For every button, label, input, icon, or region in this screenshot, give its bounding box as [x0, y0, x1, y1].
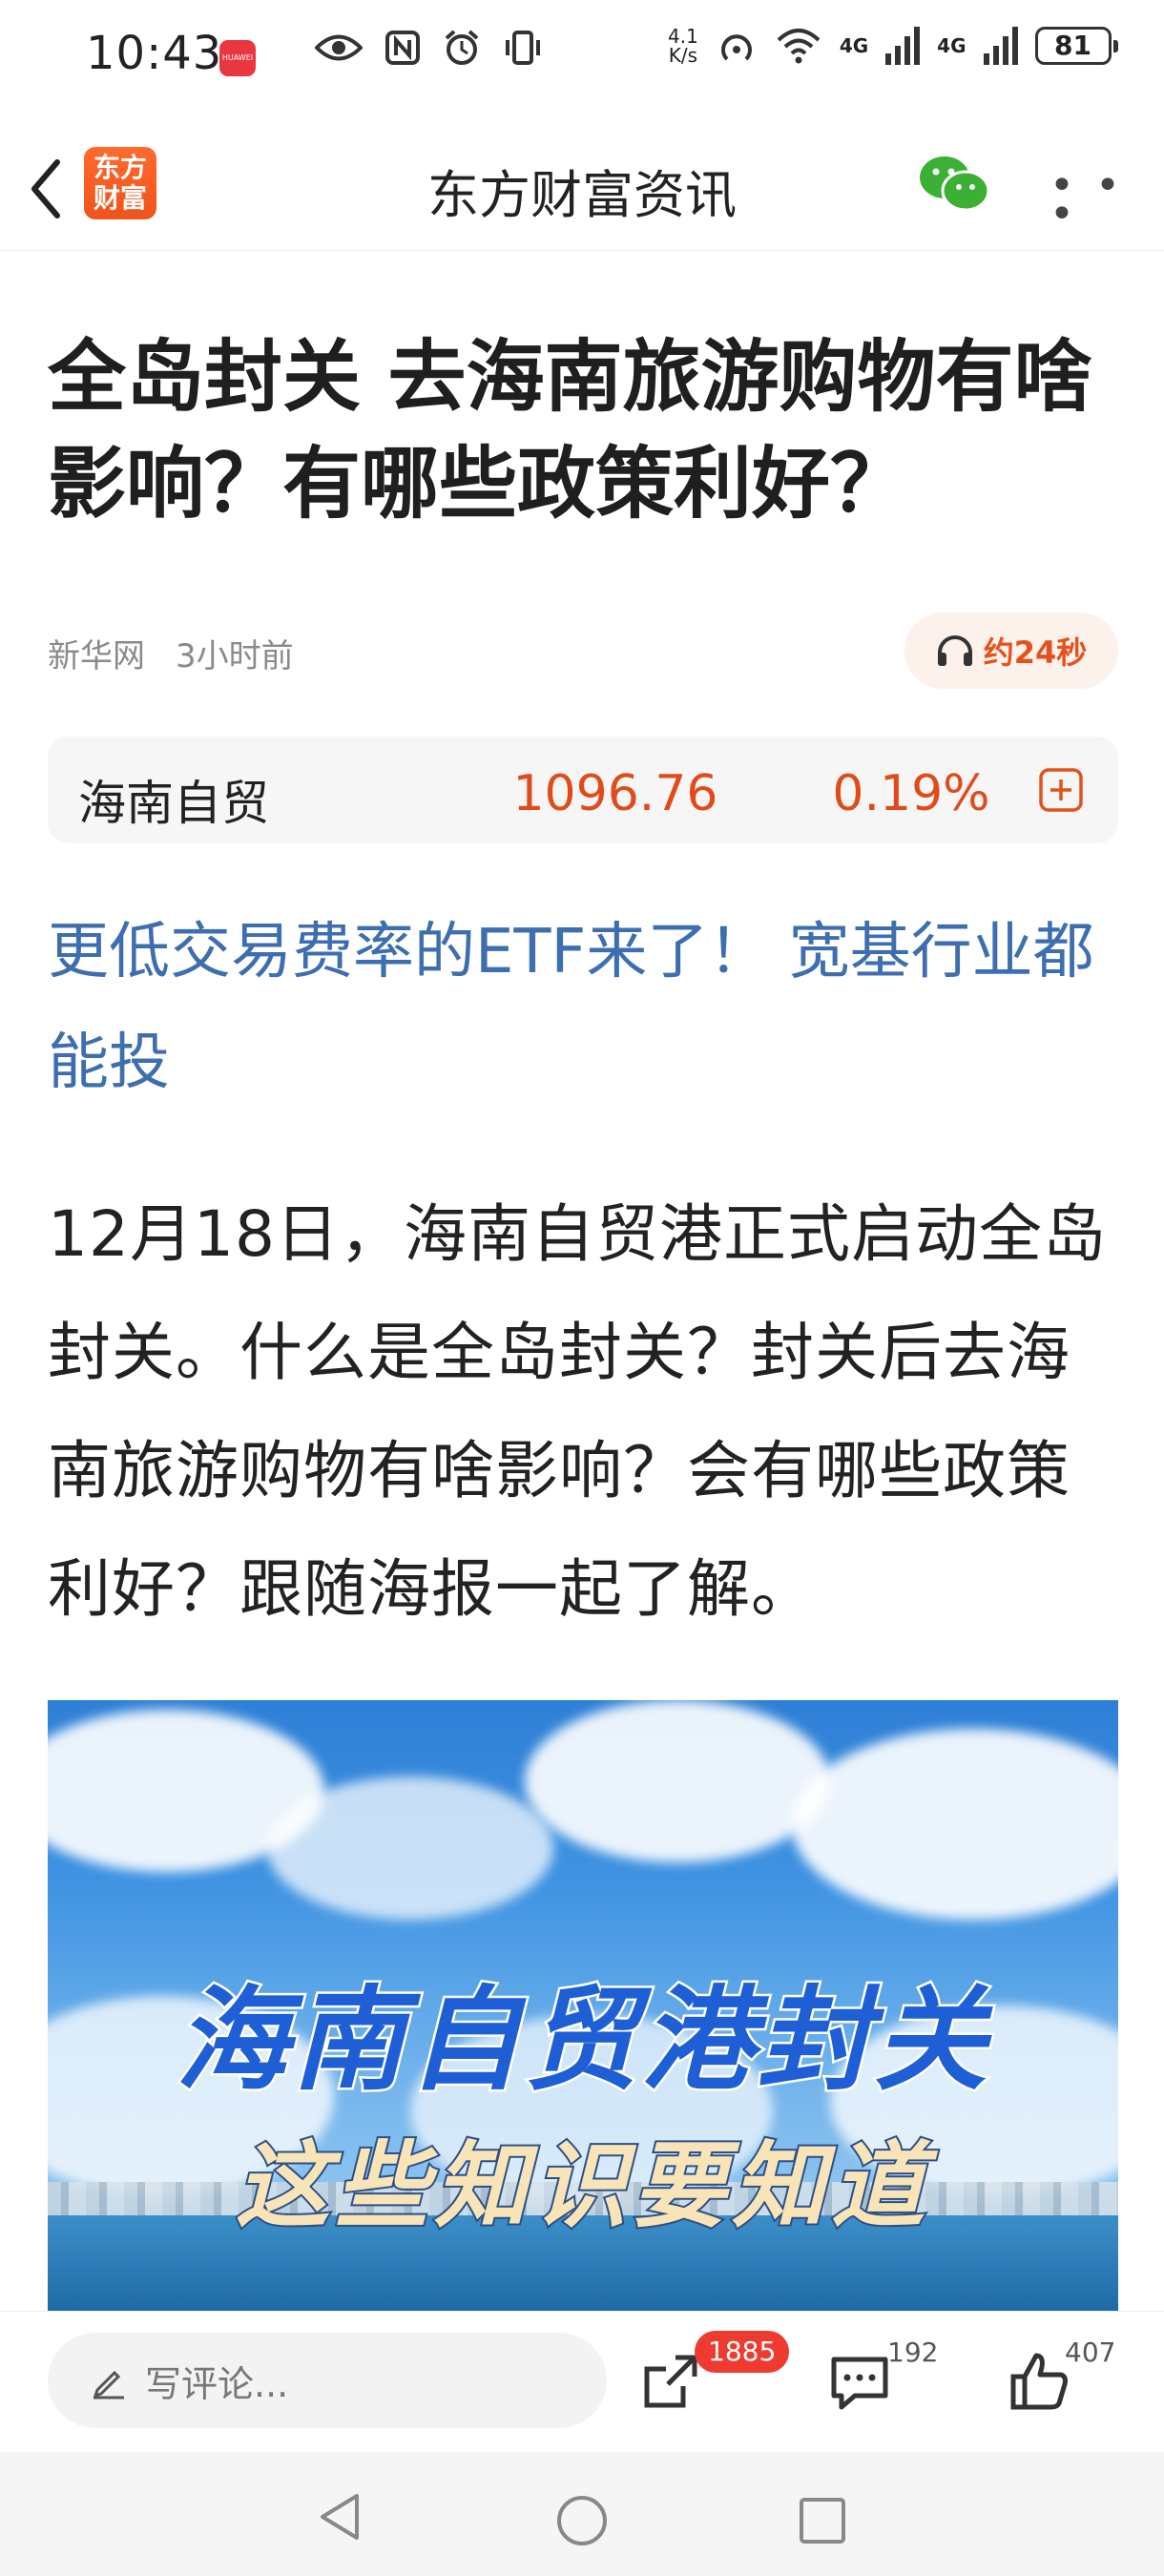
- vibrate-icon: [506, 31, 540, 65]
- stock-quote-card[interactable]: 海南自贸 1096.76 0.19%: [48, 737, 1118, 843]
- signal-label-1: 4G: [839, 34, 869, 57]
- nav-recents-square-icon[interactable]: [798, 2496, 847, 2545]
- wifi-icon: [777, 29, 821, 64]
- cloud: [267, 1776, 553, 1920]
- like-count: 407: [1065, 2337, 1116, 2368]
- network-speed: 4.1 K/s: [668, 27, 698, 65]
- signal-bars-icon: [885, 27, 921, 65]
- article-time: 3小时前: [176, 637, 294, 675]
- bottom-action-bar: 写评论... 1885 192 407: [0, 2311, 1164, 2453]
- article-meta: 新华网 3小时前: [48, 630, 294, 676]
- eye-icon: [315, 34, 363, 61]
- stock-change: 0.19%: [832, 765, 990, 822]
- nfc-icon: [385, 31, 420, 65]
- status-time: 10:43: [86, 27, 223, 80]
- status-icons-right: 4.1 K/s 4G 4G 81: [668, 25, 1118, 67]
- article-body: 12月18日，海南自贸港正式启动全岛封关。什么是全岛封关？封关后去海南旅游购物有…: [48, 1197, 1107, 1626]
- network-speed-value: 4.1: [668, 25, 698, 48]
- cloud: [525, 1700, 830, 1862]
- share-count-badge: 1885: [695, 2331, 790, 2373]
- huawei-app-icon: HUAWEI: [219, 40, 256, 76]
- alarm-icon: [445, 30, 479, 65]
- more-icon[interactable]: • • •: [1050, 165, 1164, 236]
- signal-label-2: 4G: [937, 34, 967, 57]
- listen-button[interactable]: 约24秒: [904, 613, 1118, 689]
- add-watchlist-icon[interactable]: [1038, 767, 1084, 813]
- poster-title: 海南自贸港封关: [173, 1972, 990, 2109]
- poster-subtitle: 这些知识要知道: [234, 2130, 930, 2243]
- stock-name: 海南自贸: [78, 776, 269, 831]
- share-icon[interactable]: [637, 2348, 704, 2415]
- top-nav-bar: 东方 财富 东方财富资讯 • • •: [0, 124, 1164, 251]
- cloud: [792, 1729, 1118, 1920]
- listen-duration: 约24秒: [983, 634, 1088, 671]
- article-poster-image[interactable]: 海南自贸港封关 这些知识要知道: [48, 1700, 1118, 2311]
- comment-placeholder: 写评论...: [145, 2362, 289, 2405]
- comment-icon[interactable]: [826, 2348, 893, 2415]
- article-source[interactable]: 新华网: [48, 637, 145, 675]
- like-thumb-icon[interactable]: [1006, 2348, 1072, 2415]
- system-navigation-bar: [0, 2452, 1164, 2576]
- signal-bars-icon: [983, 27, 1018, 65]
- status-icons-left: [315, 29, 544, 67]
- nav-home-circle-icon[interactable]: [555, 2494, 609, 2547]
- article-headline: 全岛封关 去海南旅游购物有啥影响？有哪些政策利好？: [48, 332, 1092, 530]
- comment-input[interactable]: 写评论...: [48, 2333, 607, 2428]
- promo-link[interactable]: 更低交易费率的ETF来了！ 宽基行业都能投: [48, 897, 1126, 1118]
- wechat-icon[interactable]: [916, 151, 992, 218]
- headphones-icon: [937, 635, 972, 666]
- battery-indicator: 81: [1034, 27, 1118, 65]
- pen-icon: [93, 2370, 124, 2399]
- stock-price: 1096.76: [512, 765, 718, 822]
- comment-count: 192: [887, 2337, 939, 2368]
- network-speed-unit: K/s: [668, 44, 698, 67]
- status-bar: 10:43 HUAWEI 4.1 K/s 4G 4G 81: [0, 0, 1164, 114]
- hotspot-icon: [720, 34, 752, 61]
- nav-back-triangle-icon[interactable]: [315, 2490, 363, 2544]
